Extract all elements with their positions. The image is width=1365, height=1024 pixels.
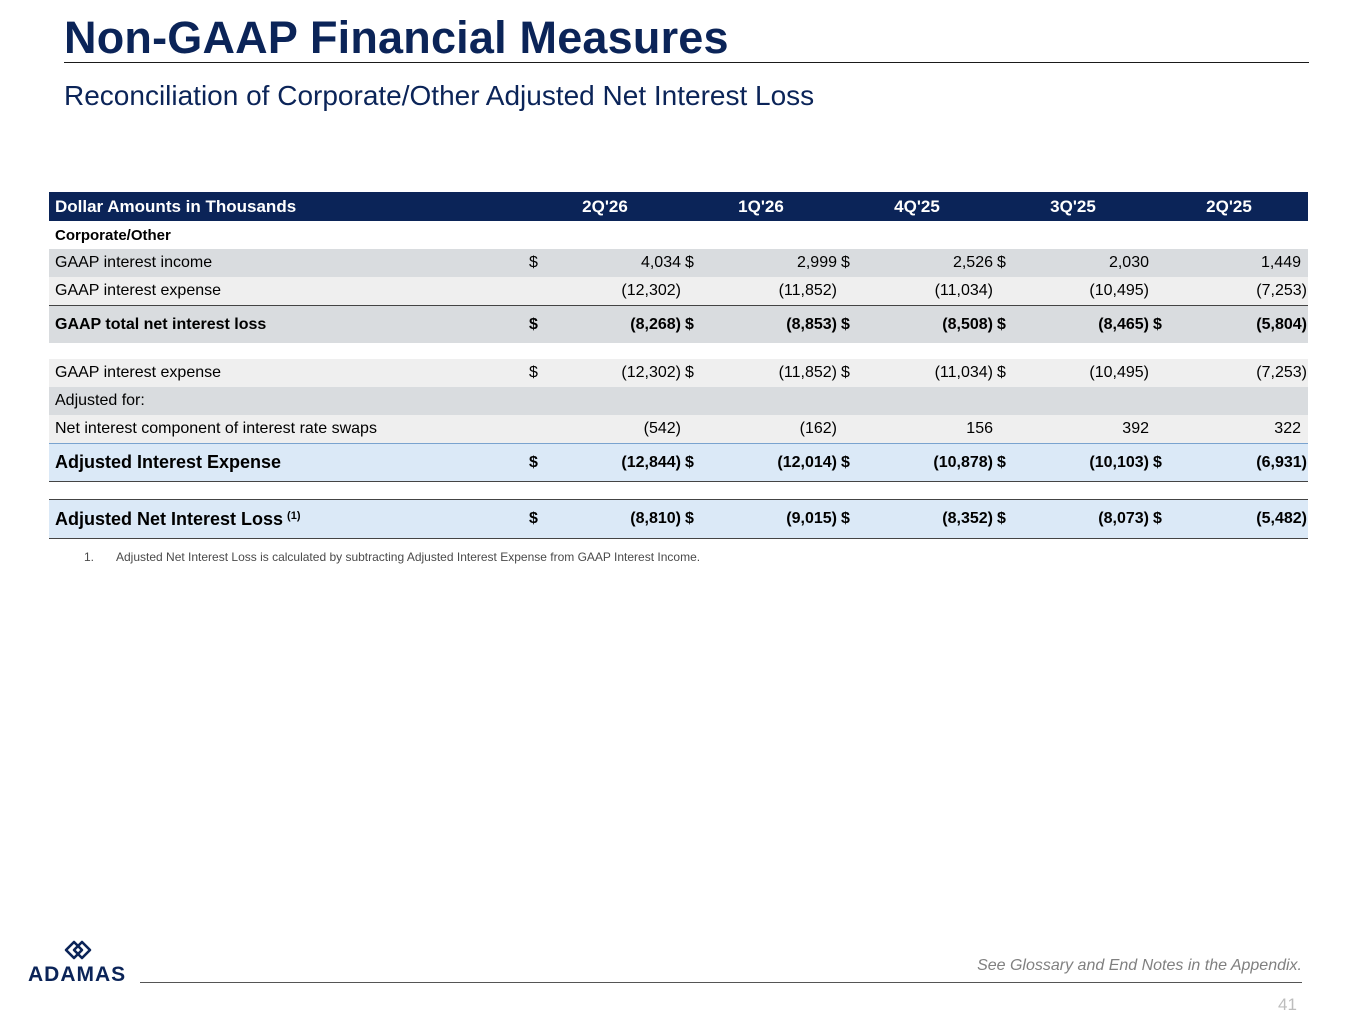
column-label: Dollar Amounts in Thousands — [55, 196, 297, 216]
dollar-sign: $ — [685, 254, 694, 271]
dollar-sign: $ — [529, 364, 538, 381]
dollar-sign: $ — [841, 510, 850, 527]
row-label: Net interest component of interest rate … — [55, 420, 377, 437]
row-label: GAAP interest expense — [55, 364, 222, 381]
value-cell: (6,931) — [1256, 453, 1307, 471]
value-cell: 2,030 — [1108, 254, 1149, 271]
dollar-sign: $ — [841, 453, 850, 471]
value-cell: (5,482) — [1256, 510, 1307, 527]
table-row: GAAP interest income $ 4,034 $ 2,999 $ 2… — [49, 249, 1308, 277]
dollar-sign: $ — [1153, 510, 1162, 527]
footnote-number: 1. — [84, 550, 95, 564]
period-header: 2Q'26 — [582, 196, 628, 216]
footer-divider — [140, 982, 1302, 983]
value-cell: (5,804) — [1256, 315, 1307, 333]
footnote: 1. Adjusted Net Interest Loss is calculat… — [84, 550, 700, 564]
dollar-sign: $ — [997, 315, 1006, 333]
title-divider — [64, 62, 1309, 63]
page-title: Non-GAAP Financial Measures — [64, 12, 729, 63]
row-spacer — [49, 343, 1308, 359]
dollar-sign: $ — [997, 510, 1006, 527]
value-cell: (542) — [643, 420, 681, 437]
value-cell: (8,465) — [1098, 315, 1149, 333]
footnote-text: Adjusted Net Interest Loss is calculated… — [116, 550, 701, 564]
value-cell: (12,014) — [777, 453, 837, 471]
row-spacer — [49, 482, 1308, 500]
value-cell: (8,073) — [1098, 510, 1149, 527]
value-cell: 392 — [1122, 420, 1149, 437]
value-cell: 2,999 — [796, 254, 837, 271]
value-cell: 4,034 — [640, 254, 681, 271]
value-cell: (8,352) — [942, 510, 993, 527]
table-row-total: Adjusted Interest Expense $ (12,844) $ (… — [49, 443, 1308, 482]
glossary-note: See Glossary and End Notes in the Append… — [977, 957, 1302, 974]
value-cell: (12,302) — [621, 282, 681, 299]
page-subtitle: Reconciliation of Corporate/Other Adjust… — [64, 80, 815, 111]
value-cell: (10,103) — [1089, 453, 1149, 471]
row-label: Adjusted for: — [55, 392, 145, 409]
value-cell: (10,878) — [933, 453, 993, 471]
period-header: 2Q'25 — [1206, 196, 1252, 216]
value-cell: (10,495) — [1089, 364, 1149, 381]
value-cell: 322 — [1274, 420, 1301, 437]
value-cell: (10,495) — [1089, 282, 1149, 299]
dollar-sign: $ — [685, 510, 694, 527]
footnote-marker: (1) — [287, 510, 301, 522]
dollar-sign: $ — [841, 315, 850, 333]
value-cell: (12,302) — [621, 364, 681, 381]
value-cell: (8,810) — [630, 510, 681, 527]
period-header: 4Q'25 — [894, 196, 940, 216]
value-cell: (7,253) — [1256, 364, 1307, 381]
table-row: GAAP interest expense (12,302) (11,852) … — [49, 277, 1308, 305]
value-cell: 1,449 — [1260, 254, 1301, 271]
dollar-sign: $ — [529, 510, 538, 527]
table-row: Net interest component of interest rate … — [49, 415, 1308, 443]
dollar-sign: $ — [841, 364, 850, 381]
row-label-text: Adjusted Net Interest Loss — [55, 508, 284, 529]
value-cell: (8,853) — [786, 315, 837, 333]
value-cell: (12,844) — [621, 453, 681, 471]
value-cell: 2,526 — [952, 254, 993, 271]
dollar-sign: $ — [529, 453, 538, 471]
section-label: Corporate/Other — [55, 226, 171, 244]
table-header-row: Dollar Amounts in Thousands 2Q'26 1Q'26 … — [49, 192, 1308, 221]
row-label: GAAP interest expense — [55, 282, 222, 299]
period-header: 3Q'25 — [1050, 196, 1096, 216]
table-row-total: GAAP total net interest loss $ (8,268) $… — [49, 305, 1308, 343]
value-cell: (11,034) — [934, 364, 993, 381]
dollar-sign: $ — [685, 315, 694, 333]
value-cell: (8,508) — [942, 315, 993, 333]
reconciliation-table: Dollar Amounts in Thousands 2Q'26 1Q'26 … — [49, 192, 1308, 539]
row-label: Adjusted Interest Expense — [55, 452, 282, 472]
dollar-sign: $ — [1153, 315, 1162, 333]
table-row: Adjusted for: — [49, 387, 1308, 415]
value-cell: 156 — [966, 420, 993, 437]
value-cell: (11,852) — [778, 364, 837, 381]
value-cell: (11,034) — [934, 282, 993, 299]
dollar-sign: $ — [529, 315, 538, 333]
logo-wordmark: ADAMAS — [28, 963, 127, 986]
dollar-sign: $ — [1153, 453, 1162, 471]
section-row: Corporate/Other — [49, 221, 1308, 249]
value-cell: (11,852) — [778, 282, 837, 299]
value-cell: (162) — [799, 420, 837, 437]
page-number: 41 — [1278, 995, 1297, 1014]
value-cell: (7,253) — [1256, 282, 1307, 299]
row-label: Adjusted Net Interest Loss (1) — [55, 500, 301, 538]
dollar-sign: $ — [997, 453, 1006, 471]
table-row: GAAP interest expense $ (12,302) $ (11,8… — [49, 359, 1308, 387]
value-cell: (8,268) — [630, 315, 681, 333]
dollar-sign: $ — [997, 254, 1006, 271]
dollar-sign: $ — [685, 364, 694, 381]
value-cell: (9,015) — [786, 510, 837, 527]
period-header: 1Q'26 — [738, 196, 784, 216]
dollar-sign: $ — [529, 254, 538, 271]
dollar-sign: $ — [997, 364, 1006, 381]
row-label: GAAP interest income — [55, 254, 213, 271]
dollar-sign: $ — [841, 254, 850, 271]
row-label: GAAP total net interest loss — [55, 315, 267, 333]
dollar-sign: $ — [685, 453, 694, 471]
table-row-total: Adjusted Net Interest Loss (1) $ (8,810) … — [49, 500, 1308, 539]
